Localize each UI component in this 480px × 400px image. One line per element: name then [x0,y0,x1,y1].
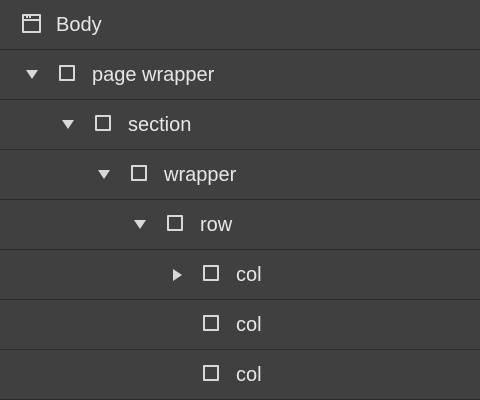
tree-item-page-wrapper[interactable]: page wrapper [0,50,480,100]
tree-item-label: page wrapper [92,64,215,86]
tree-item-section[interactable]: section [0,100,480,150]
div-block-icon [131,165,147,181]
caret-down-icon[interactable] [98,170,110,179]
tree-item-label: Body [56,14,102,36]
tree-item-label: col [236,364,262,386]
div-block-icon [203,365,219,381]
caret-down-icon[interactable] [26,70,38,79]
tree-item-col[interactable]: col [0,250,480,300]
tree-item-body[interactable]: Body [0,0,480,50]
tree-item-row[interactable]: row [0,200,480,250]
div-block-icon [167,215,183,231]
tree-item-label: col [236,314,262,336]
caret-down-icon[interactable] [134,220,146,229]
div-block-icon [203,265,219,281]
caret-down-icon[interactable] [62,120,74,129]
navigator-tree: Body page wrapper section wrapper row co… [0,0,480,400]
div-block-icon [203,315,219,331]
tree-item-col[interactable]: col [0,300,480,350]
caret-right-icon[interactable] [173,269,182,281]
tree-item-label: wrapper [164,164,237,186]
tree-item-label: col [236,264,262,286]
tree-item-label: row [200,214,233,236]
div-block-icon [95,115,111,131]
div-block-icon [59,65,75,81]
browser-window-icon [22,14,41,33]
tree-item-label: section [128,114,192,136]
tree-item-col[interactable]: col [0,350,480,400]
tree-item-wrapper[interactable]: wrapper [0,150,480,200]
